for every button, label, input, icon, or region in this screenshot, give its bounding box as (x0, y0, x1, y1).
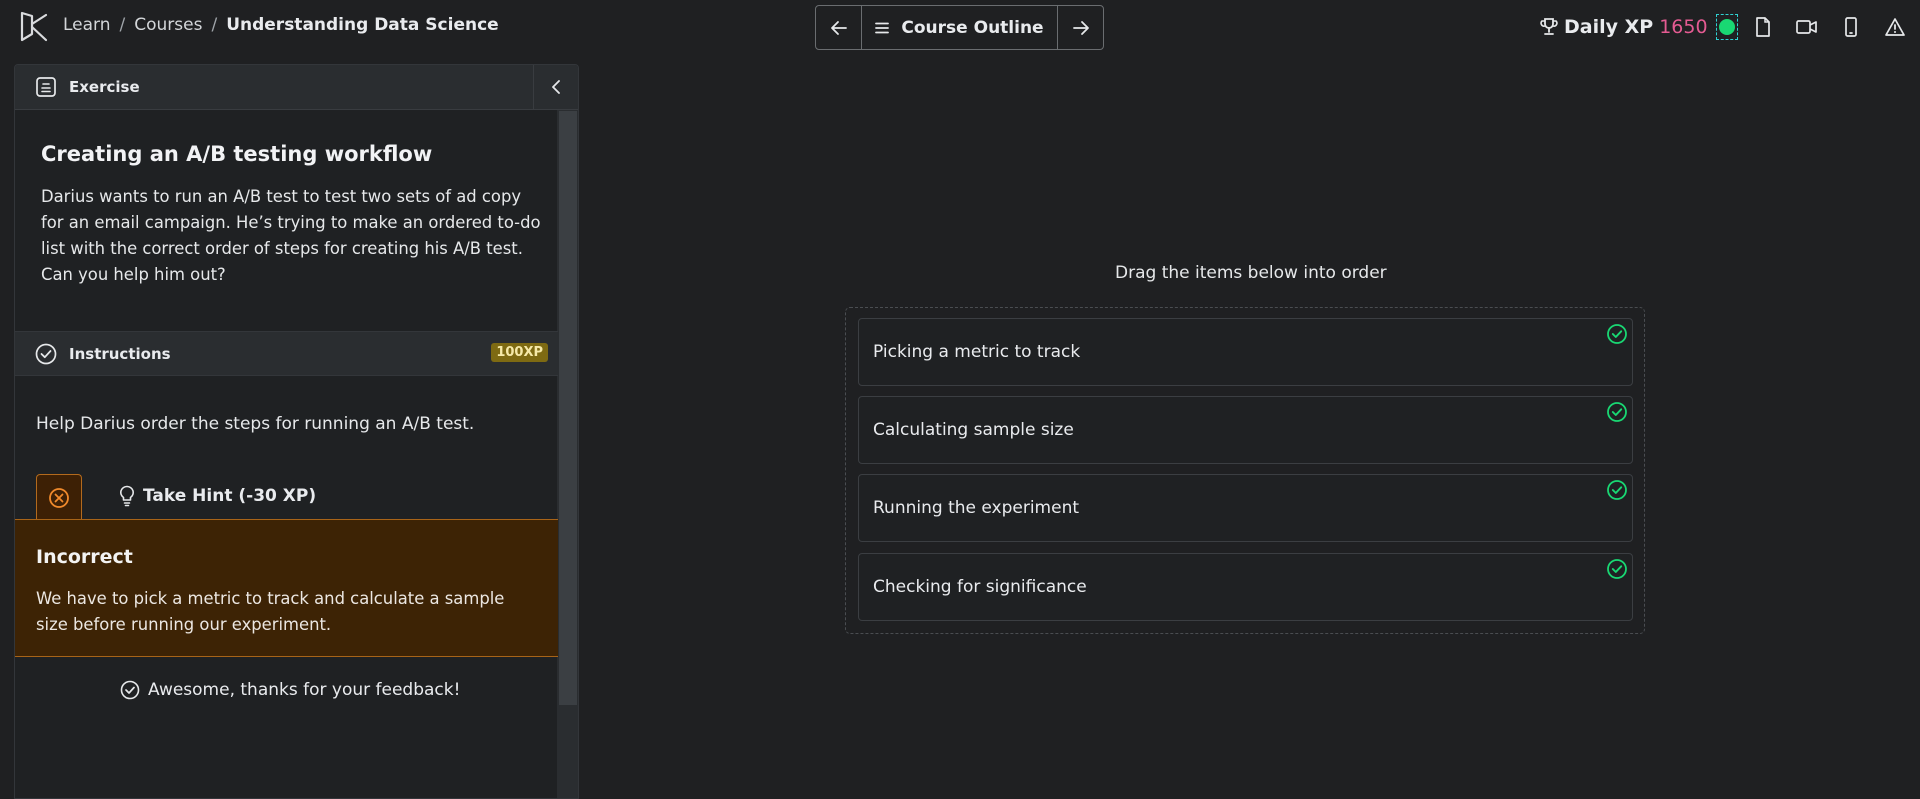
feedback-title: Incorrect (36, 546, 133, 568)
exercise-icon (36, 77, 56, 97)
collapse-panel-button[interactable] (533, 65, 578, 109)
breadcrumb-current[interactable]: Understanding Data Science (226, 15, 498, 35)
check-circle-icon (120, 680, 140, 700)
xp-badge: 100XP (491, 343, 548, 362)
instructions-label: Instructions (69, 344, 171, 363)
course-outline-button[interactable]: Course Outline (861, 6, 1058, 49)
check-circle-icon (1607, 480, 1627, 500)
check-circle-icon (35, 343, 57, 364)
exercise-header: Exercise (15, 65, 578, 110)
mobile-button[interactable] (1838, 14, 1864, 40)
exercise-title: Creating an A/B testing workflow (41, 142, 433, 166)
item-label: Calculating sample size (873, 420, 1074, 440)
drop-zone[interactable]: Picking a metric to track Calculating sa… (845, 307, 1645, 634)
arrow-right-icon (1072, 20, 1089, 35)
chevron-left-icon (552, 80, 560, 94)
datacamp-logo[interactable] (18, 10, 50, 44)
feedback-thanks: Awesome, thanks for your feedback! (120, 680, 460, 700)
report-issue-button[interactable] (1882, 14, 1908, 40)
mobile-icon (1844, 17, 1857, 37)
panel-scrollbar-thumb[interactable] (559, 111, 577, 705)
course-navigation: Course Outline (815, 5, 1104, 50)
breadcrumb-separator: / (211, 15, 218, 35)
breadcrumb: Learn / Courses / Understanding Data Sci… (63, 15, 499, 35)
take-hint-button[interactable]: Take Hint (-30 XP) (119, 485, 316, 507)
daily-xp[interactable]: Daily XP 1650 (1540, 16, 1708, 38)
instructions-header: Instructions 100XP (15, 331, 558, 376)
thanks-text: Awesome, thanks for your feedback! (148, 680, 461, 700)
check-circle-icon (1607, 324, 1627, 344)
item-label: Checking for significance (873, 577, 1087, 597)
daily-xp-value: 1650 (1659, 16, 1708, 38)
status-indicator[interactable] (1715, 14, 1738, 40)
incorrect-tab[interactable] (36, 474, 82, 520)
lightbulb-icon (120, 485, 134, 507)
previous-button[interactable] (816, 6, 861, 49)
video-button[interactable] (1794, 14, 1820, 40)
incorrect-feedback: Incorrect We have to pick a metric to tr… (15, 519, 558, 657)
status-dot (1718, 19, 1735, 35)
exercise-description: Darius wants to run an A/B test to test … (41, 187, 541, 284)
feedback-tabs: Take Hint (-30 XP) (15, 474, 558, 520)
file-icon (1755, 17, 1770, 37)
item-label: Running the experiment (873, 498, 1080, 518)
draggable-item[interactable]: Calculating sample size (858, 396, 1633, 464)
breadcrumb-courses[interactable]: Courses (134, 15, 202, 35)
draggable-item[interactable]: Running the experiment (858, 474, 1633, 542)
daily-xp-label: Daily XP (1564, 16, 1654, 38)
check-circle-icon (1607, 559, 1627, 579)
item-label: Picking a metric to track (873, 342, 1081, 362)
warning-icon (1884, 18, 1905, 36)
next-button[interactable] (1058, 6, 1103, 49)
arrow-left-icon (830, 20, 847, 35)
instruction-text: Help Darius order the steps for running … (36, 414, 475, 434)
drag-instruction: Drag the items below into order (1115, 263, 1387, 283)
slides-button[interactable] (1750, 14, 1776, 40)
error-circle-icon (49, 487, 69, 508)
top-bar: Learn / Courses / Understanding Data Sci… (0, 0, 1920, 54)
menu-icon (875, 22, 890, 33)
draggable-item[interactable]: Checking for significance (858, 553, 1633, 621)
video-icon (1795, 20, 1817, 34)
trophy-icon (1540, 18, 1558, 35)
take-hint-label: Take Hint (-30 XP) (143, 486, 317, 506)
draggable-item[interactable]: Picking a metric to track (858, 318, 1633, 386)
exercise-header-label: Exercise (69, 78, 140, 96)
breadcrumb-separator: / (119, 15, 126, 35)
check-circle-icon (1607, 402, 1627, 422)
breadcrumb-learn[interactable]: Learn (63, 15, 111, 35)
course-outline-label: Course Outline (901, 17, 1044, 38)
exercise-panel: Exercise Creating an A/B testing workflo… (14, 64, 579, 799)
feedback-text: We have to pick a metric to track and ca… (36, 589, 505, 634)
header-tools: Daily XP 1650 (1540, 12, 1908, 42)
